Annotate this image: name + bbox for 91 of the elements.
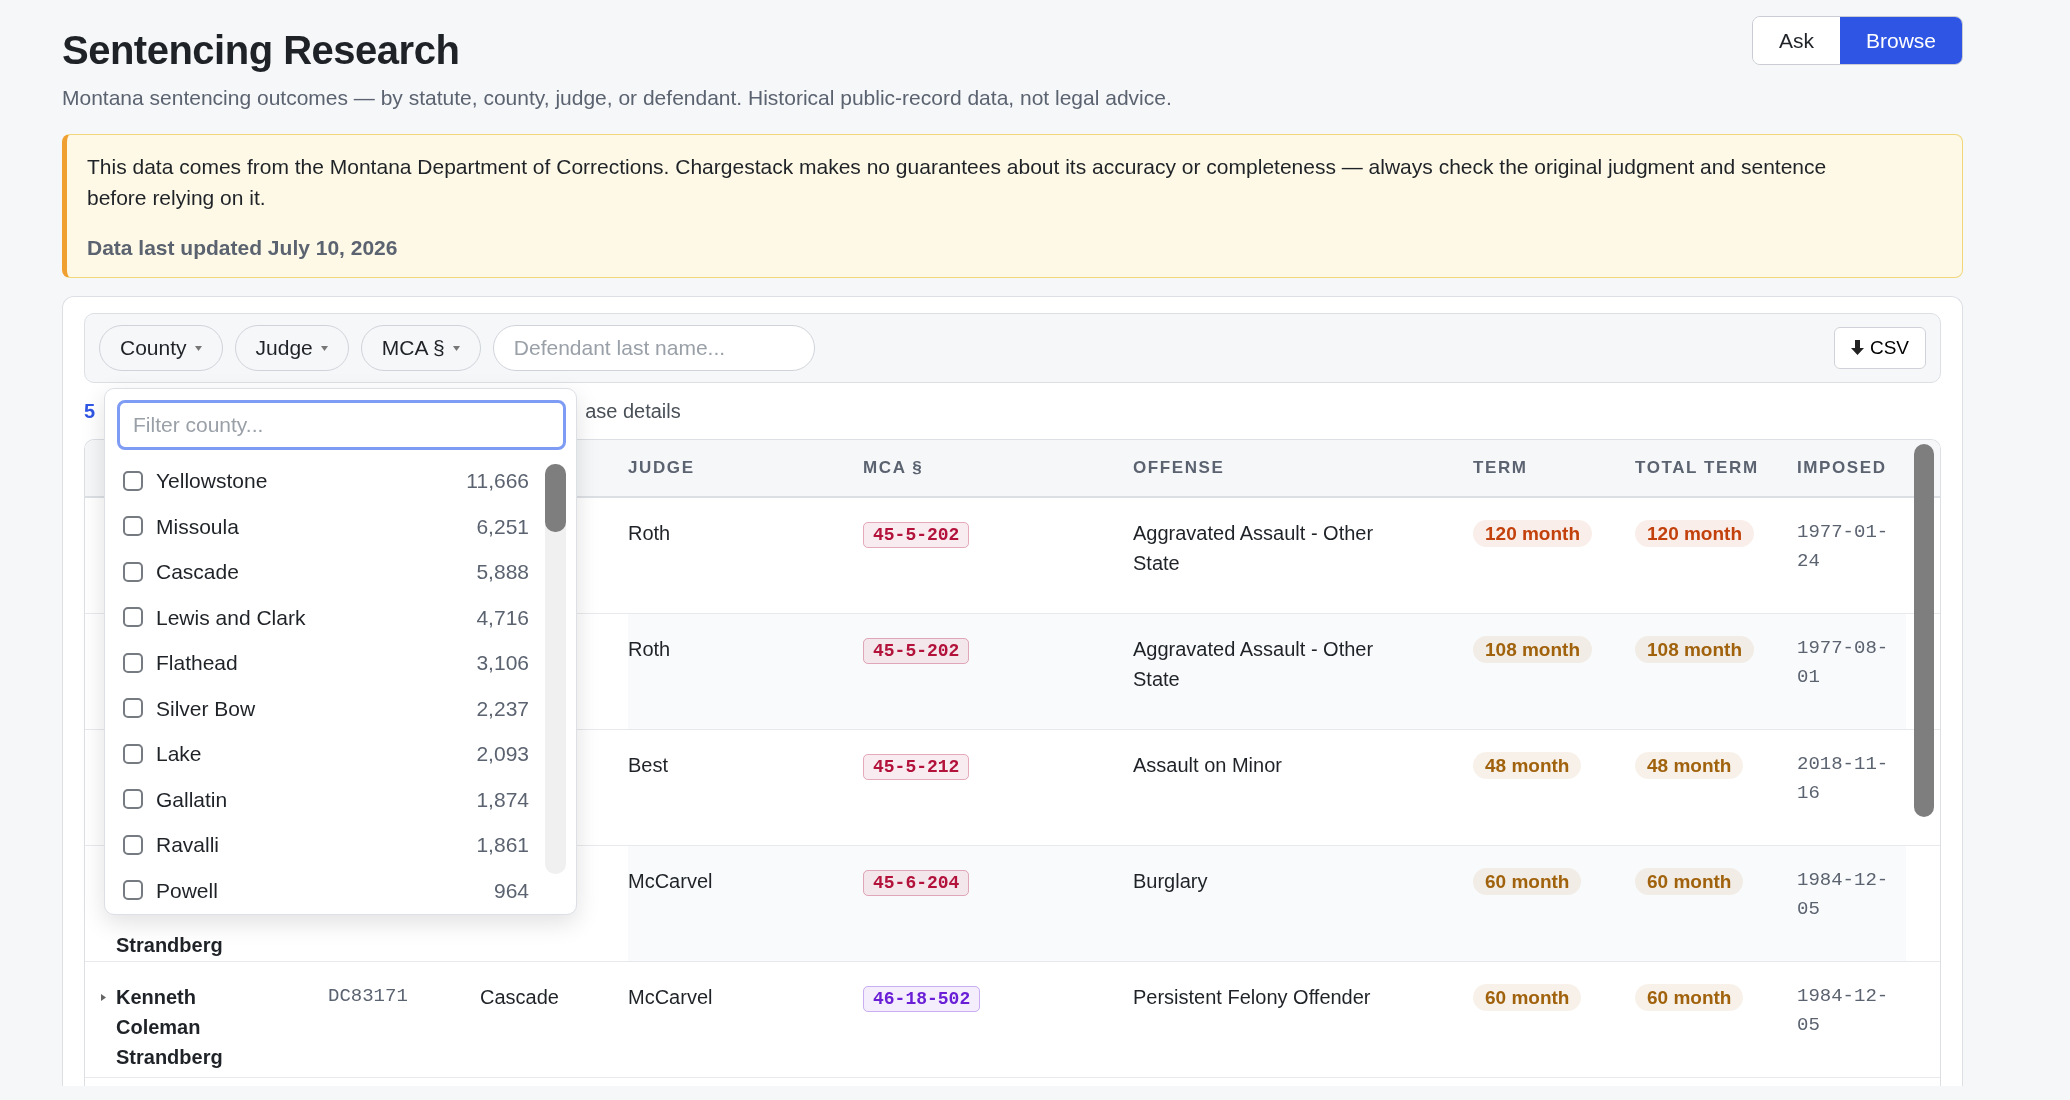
imposed-date: 2018-11-16: [1797, 752, 1890, 806]
column-header: OFFENSE: [1133, 457, 1225, 480]
county-count: 5,888: [476, 559, 529, 585]
term-tag: 48 month: [1473, 752, 1582, 779]
term-tag: 120 month: [1473, 520, 1593, 547]
county-option[interactable]: Flathead: [156, 647, 238, 679]
column-header: MCA §: [863, 457, 924, 480]
offense-text: Persistent Felony Offender: [1133, 985, 1371, 1010]
county-option[interactable]: Missoula: [156, 510, 239, 542]
result-count[interactable]: 5: [84, 396, 96, 426]
defendant-name[interactable]: Kenneth Coleman Strandberg: [116, 982, 286, 1072]
caret-icon: [194, 345, 202, 351]
county-option[interactable]: Lewis and Clark: [156, 601, 306, 633]
county-count: 1,861: [476, 832, 529, 858]
imposed-date: 1977-01-24: [1797, 520, 1890, 574]
checkbox[interactable]: [123, 789, 143, 810]
county-count: 3,106: [476, 650, 529, 676]
statute-tag[interactable]: 45-5-212: [863, 754, 970, 780]
offense-text: Aggravated Assault - Other State: [1133, 637, 1375, 692]
page-subtitle: Montana sentencing outcomes — by statute, county, judge, or defendant. Historical public-record data, not legal advice.: [62, 85, 1172, 111]
imposed-date: 1984-12-05: [1797, 984, 1890, 1038]
filter-dropdown[interactable]: County: [99, 325, 223, 371]
county-option[interactable]: Silver Bow: [156, 692, 256, 724]
caret-icon: [452, 345, 460, 351]
county-count: 1,874: [476, 786, 529, 813]
checkbox[interactable]: [123, 652, 143, 673]
judge-name: McCarvel: [628, 986, 713, 1008]
checkbox[interactable]: [123, 698, 143, 719]
county-name: Cascade: [480, 986, 559, 1008]
defendant-name[interactable]: Strandberg: [116, 930, 286, 960]
page-title: Sentencing Research: [62, 27, 461, 74]
offense-text: Aggravated Assault - Other State: [1133, 521, 1375, 576]
checkbox[interactable]: [123, 607, 143, 628]
county-option[interactable]: Yellowstone: [156, 465, 268, 497]
mode-tab[interactable]: Ask: [1752, 17, 1840, 64]
judge-name: Roth: [628, 638, 671, 660]
checkbox[interactable]: [123, 470, 143, 491]
scrollbar-thumb[interactable]: [545, 464, 566, 532]
column-header: TERM: [1473, 457, 1528, 480]
term-tag: 60 month: [1473, 984, 1582, 1011]
county-count: 2,093: [476, 741, 529, 767]
term-tag: 60 month: [1473, 868, 1582, 895]
offense-text: Burglary: [1133, 869, 1208, 894]
expand-caret-icon[interactable]: [101, 994, 106, 1001]
column-header: IMPOSED: [1797, 457, 1887, 480]
csv-export-button[interactable]: CSV: [1833, 327, 1926, 369]
judge-name: Best: [628, 754, 669, 776]
term-tag: 60 month: [1635, 984, 1744, 1011]
judge-name: Roth: [628, 522, 671, 544]
column-header: TOTAL TERM: [1635, 457, 1759, 480]
checkbox[interactable]: [123, 743, 143, 764]
statute-tag[interactable]: 45-5-202: [863, 522, 970, 548]
checkbox[interactable]: [123, 880, 143, 901]
county-option[interactable]: Powell: [156, 874, 218, 906]
county-option[interactable]: Lake: [156, 738, 202, 770]
county-option[interactable]: Gallatin: [156, 783, 228, 815]
column-header: JUDGE: [628, 457, 695, 480]
term-tag: 48 month: [1635, 752, 1744, 779]
offense-text: Assault on Minor: [1133, 753, 1282, 778]
caret-icon: [320, 345, 328, 351]
judge-name: McCarvel: [628, 870, 713, 892]
mode-tab[interactable]: Browse: [1839, 17, 1962, 64]
checkbox[interactable]: [123, 834, 143, 855]
county-filter-field[interactable]: Filter county...: [117, 400, 566, 450]
download-icon: [1850, 340, 1864, 356]
statute-tag[interactable]: 46-18-502: [863, 986, 981, 1012]
results-hint: ase details: [585, 399, 681, 424]
checkbox[interactable]: [123, 516, 143, 537]
filter-dropdown[interactable]: MCA §: [360, 325, 481, 371]
term-tag: 120 month: [1635, 520, 1755, 547]
filter-dropdown[interactable]: Judge: [234, 325, 349, 371]
term-tag: 108 month: [1635, 636, 1755, 663]
notice-text: This data comes from the Montana Department of Corrections. Chargestack makes no guarantees about its accuracy or completeness — always check the original judgment and sentence before relying on it.: [87, 153, 1828, 211]
county-option[interactable]: Cascade: [156, 556, 239, 588]
county-count: 11,666: [466, 468, 529, 494]
checkbox[interactable]: [123, 561, 143, 582]
scrollbar-thumb[interactable]: [1914, 444, 1934, 817]
county-count: 6,251: [476, 513, 529, 540]
statute-tag[interactable]: 45-5-202: [863, 638, 970, 664]
term-tag: 108 month: [1473, 636, 1593, 663]
county-count: 2,237: [476, 695, 529, 722]
imposed-date: 1977-08-01: [1797, 636, 1890, 690]
county-option[interactable]: Ravalli: [156, 829, 220, 861]
term-tag: 60 month: [1635, 868, 1744, 895]
updated-date: Data last updated July 10, 2026: [87, 234, 399, 261]
county-count: 4,716: [476, 604, 529, 631]
defendant-search-field[interactable]: Defendant last name...: [492, 325, 815, 371]
case-number: DC83171: [328, 985, 408, 1007]
county-count: 964: [493, 877, 529, 904]
statute-tag[interactable]: 45-6-204: [863, 870, 970, 896]
imposed-date: 1984-12-05: [1797, 868, 1890, 922]
